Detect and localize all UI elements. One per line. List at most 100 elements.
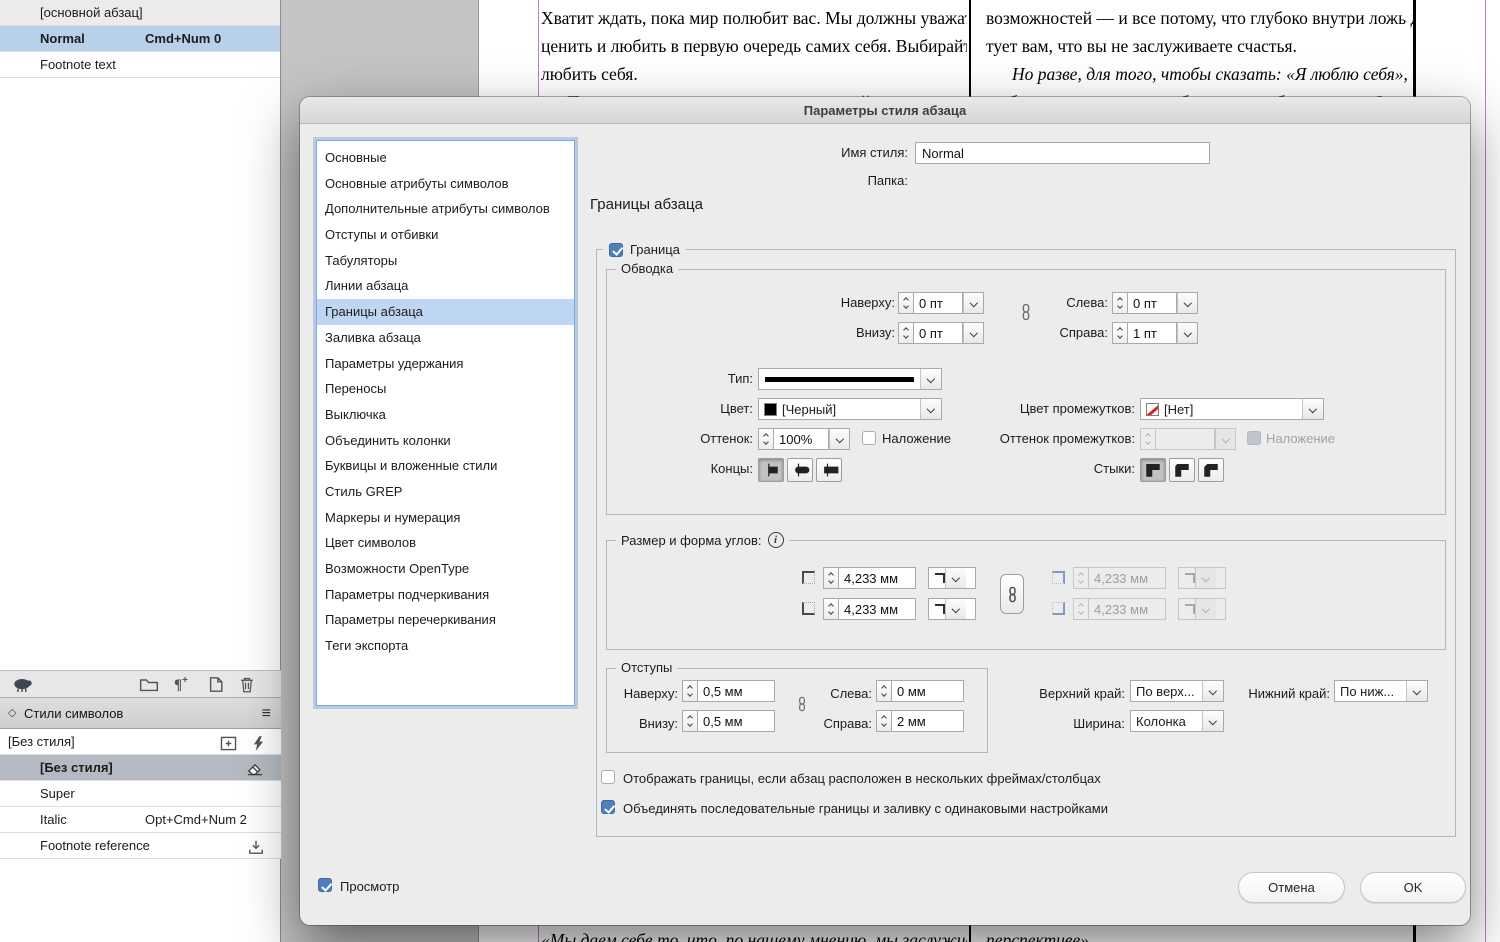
chevron-down-icon[interactable]: [1406, 681, 1427, 701]
cap-butt-button[interactable]: [758, 458, 784, 482]
link-stroke-values-icon[interactable]: [1017, 303, 1035, 324]
corner-bl-field[interactable]: 4,233 мм: [838, 598, 916, 620]
join-miter-button[interactable]: [1140, 458, 1166, 482]
bottom-edge-dropdown[interactable]: По ниж...: [1334, 680, 1428, 702]
join-round-button[interactable]: [1169, 458, 1195, 482]
corner-tl-field[interactable]: 4,233 мм: [838, 567, 916, 589]
stepper-arrows[interactable]: [758, 428, 773, 450]
category-item[interactable]: Теги экспорта: [317, 633, 574, 659]
chevron-down-icon[interactable]: [920, 399, 941, 419]
stepper-arrows[interactable]: [1112, 322, 1127, 344]
display-borders-checkbox[interactable]: [601, 770, 615, 784]
stroke-right-field[interactable]: 1 пт: [1127, 322, 1177, 344]
preview-checkbox[interactable]: [318, 878, 332, 892]
category-item[interactable]: Линии абзаца: [317, 273, 574, 299]
category-item[interactable]: Стиль GREP: [317, 479, 574, 505]
character-style-row[interactable]: [Без стиля]: [0, 729, 281, 755]
category-item[interactable]: Параметры перечеркивания: [317, 607, 574, 633]
cancel-button[interactable]: Отмена: [1238, 872, 1345, 903]
offset-top-field[interactable]: 0,5 мм: [697, 680, 775, 702]
chevron-down-icon[interactable]: [829, 428, 850, 450]
stepper-arrows[interactable]: [682, 680, 697, 702]
stroke-right-label: Справа:: [1008, 322, 1108, 344]
category-item[interactable]: Объединить колонки: [317, 428, 574, 454]
category-item[interactable]: Цвет символов: [317, 530, 574, 556]
chevron-down-icon[interactable]: [1177, 292, 1198, 314]
cap-round-button[interactable]: [787, 458, 813, 482]
style-name-input[interactable]: [915, 142, 1210, 164]
info-icon[interactable]: i: [768, 532, 784, 548]
panel-collapse-icon[interactable]: ◇: [8, 698, 16, 729]
corner-bl-shape-dropdown[interactable]: [928, 598, 976, 620]
stroke-type-dropdown[interactable]: [758, 368, 942, 390]
join-bevel-button[interactable]: [1198, 458, 1224, 482]
paragraph-style-row[interactable]: Footnote text: [0, 52, 280, 78]
stepper-arrows[interactable]: [898, 322, 913, 344]
category-item[interactable]: Буквицы и вложенные стили: [317, 453, 574, 479]
corner-tl-shape-dropdown[interactable]: [928, 567, 976, 589]
gap-color-dropdown[interactable]: [Нет]: [1140, 398, 1324, 420]
panel-menu-icon[interactable]: ≡: [262, 698, 271, 729]
chevron-down-icon[interactable]: [963, 322, 984, 344]
chevron-down-icon[interactable]: [963, 292, 984, 314]
override-highlight-icon[interactable]: [12, 677, 34, 696]
character-style-row[interactable]: Footnote reference: [0, 833, 281, 859]
chevron-down-icon[interactable]: [1177, 322, 1198, 344]
stepper-arrows[interactable]: [876, 680, 891, 702]
merge-borders-checkbox[interactable]: [601, 800, 615, 814]
stroke-color-dropdown[interactable]: [Черный]: [758, 398, 942, 420]
style-group-folder-icon[interactable]: [139, 677, 159, 696]
stepper-arrows[interactable]: [1112, 292, 1127, 314]
category-item[interactable]: Выключка: [317, 402, 574, 428]
offset-left-field[interactable]: 0 мм: [891, 680, 964, 702]
category-item[interactable]: Параметры удержания: [317, 351, 574, 377]
stepper-arrows[interactable]: [682, 710, 697, 732]
category-item[interactable]: Табуляторы: [317, 248, 574, 274]
category-item[interactable]: Отступы и отбивки: [317, 222, 574, 248]
category-item[interactable]: Дополнительные атрибуты символов: [317, 196, 574, 222]
category-item[interactable]: Переносы: [317, 376, 574, 402]
stroke-top-field[interactable]: 0 пт: [913, 292, 963, 314]
character-style-row[interactable]: Italic Opt+Cmd+Num 2: [0, 807, 281, 833]
top-edge-dropdown[interactable]: По верх...: [1130, 680, 1224, 702]
character-styles-panel-header[interactable]: ◇ Стили символов ≡: [0, 698, 281, 729]
category-item[interactable]: Заливка абзаца: [317, 325, 574, 351]
offset-bottom-field[interactable]: 0,5 мм: [697, 710, 775, 732]
category-item[interactable]: Основные атрибуты символов: [317, 171, 574, 197]
stepper-arrows[interactable]: [823, 598, 838, 620]
stepper-arrows[interactable]: [898, 292, 913, 314]
width-dropdown[interactable]: Колонка: [1130, 710, 1224, 732]
stroke-left-field[interactable]: 0 пт: [1127, 292, 1177, 314]
character-style-row[interactable]: Super: [0, 781, 281, 807]
corner-tr-shape-dropdown-disabled: [1178, 567, 1226, 589]
stepper-arrows[interactable]: [876, 710, 891, 732]
chevron-down-icon[interactable]: [920, 369, 941, 389]
category-item[interactable]: Маркеры и нумерация: [317, 505, 574, 531]
category-item[interactable]: Параметры подчеркивания: [317, 582, 574, 608]
chevron-down-icon[interactable]: [1302, 399, 1323, 419]
border-checkbox[interactable]: [609, 243, 623, 257]
chevron-down-icon[interactable]: [945, 568, 966, 588]
new-style-icon[interactable]: [207, 676, 225, 696]
paragraph-style-row[interactable]: [основной абзац]: [0, 0, 280, 26]
offset-right-field[interactable]: 2 мм: [891, 710, 964, 732]
stroke-bottom-field[interactable]: 0 пт: [913, 322, 963, 344]
overprint-checkbox[interactable]: [862, 431, 876, 445]
link-offsets-icon[interactable]: [794, 696, 810, 715]
tint-field[interactable]: 100%: [773, 428, 829, 450]
character-style-row-selected[interactable]: [Без стиля]: [0, 755, 281, 781]
category-item[interactable]: Возможности OpenType: [317, 556, 574, 582]
paragraph-style-row-selected[interactable]: Normal Cmd+Num 0: [0, 26, 280, 52]
chevron-down-icon[interactable]: [945, 599, 966, 619]
load-style-icon[interactable]: [248, 838, 264, 863]
category-item[interactable]: Основные: [317, 145, 574, 171]
link-corners-button[interactable]: [1000, 574, 1024, 614]
clear-overrides-icon[interactable]: ¶+: [174, 675, 188, 694]
chevron-down-icon[interactable]: [1202, 711, 1223, 731]
doc-text-line: «Мы даем себе то, что, по нашему мнению,…: [541, 926, 967, 942]
ok-button[interactable]: OK: [1360, 872, 1466, 903]
delete-style-trash-icon[interactable]: [239, 676, 255, 696]
cap-square-button[interactable]: [816, 458, 842, 482]
stepper-arrows[interactable]: [823, 567, 838, 589]
category-item-selected[interactable]: Границы абзаца: [317, 299, 574, 325]
